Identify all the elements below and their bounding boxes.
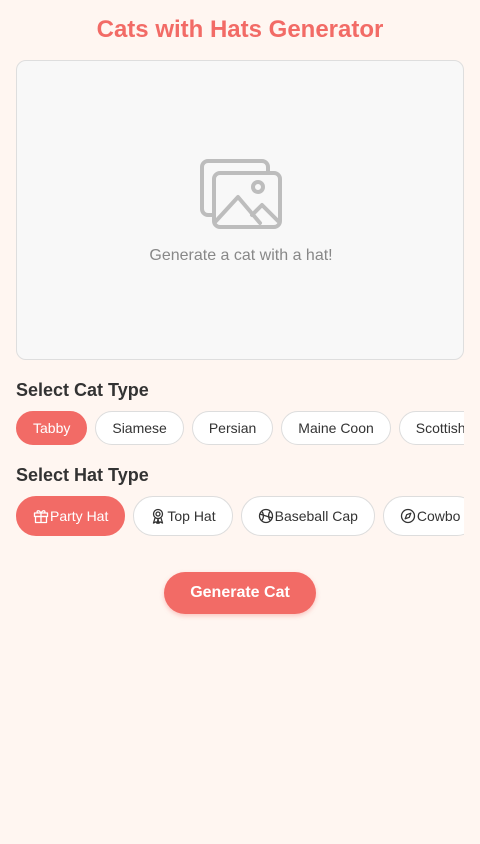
cat-option-scottish[interactable]: Scottish [398, 411, 464, 445]
image-icon [200, 159, 282, 231]
cat-type-label: Select Cat Type [16, 380, 149, 400]
hat-type-options: Party Hat Top Hat Baseball Cap Cowbo [16, 496, 464, 536]
page-title: Cats with Hats Generator [96, 16, 384, 43]
cat-option-tabby[interactable]: Tabby [16, 411, 88, 445]
hat-option-top-hat[interactable]: Top Hat [133, 496, 233, 536]
hat-option-label: Party Hat [50, 508, 109, 524]
preview-placeholder-text: Generate a cat with a hat! [149, 247, 333, 264]
cat-type-options: Tabby Siamese Persian Maine Coon Scottis… [16, 411, 464, 445]
cat-option-maine-coon[interactable]: Maine Coon [281, 411, 391, 445]
hat-option-label: Top Hat [167, 508, 216, 524]
hat-type-label: Select Hat Type [16, 465, 149, 485]
cat-option-siamese[interactable]: Siamese [95, 411, 184, 445]
award-icon [150, 508, 166, 524]
hat-option-baseball-cap[interactable]: Baseball Cap [240, 496, 375, 536]
hat-option-label: Baseball Cap [274, 508, 358, 524]
app: Cats with Hats Generator Generate a cat … [0, 0, 480, 844]
gift-icon [33, 508, 49, 524]
hat-option-cowboy-hat[interactable]: Cowbo [382, 496, 464, 536]
compass-icon [400, 508, 416, 524]
cat-option-persian[interactable]: Persian [191, 411, 274, 445]
cat-preview-panel: Generate a cat with a hat! [16, 60, 464, 360]
hat-option-label: Cowbo [416, 508, 461, 524]
baseball-icon [258, 508, 274, 524]
hat-option-party-hat[interactable]: Party Hat [16, 496, 126, 536]
generate-cat-button[interactable]: Generate Cat [164, 572, 316, 614]
